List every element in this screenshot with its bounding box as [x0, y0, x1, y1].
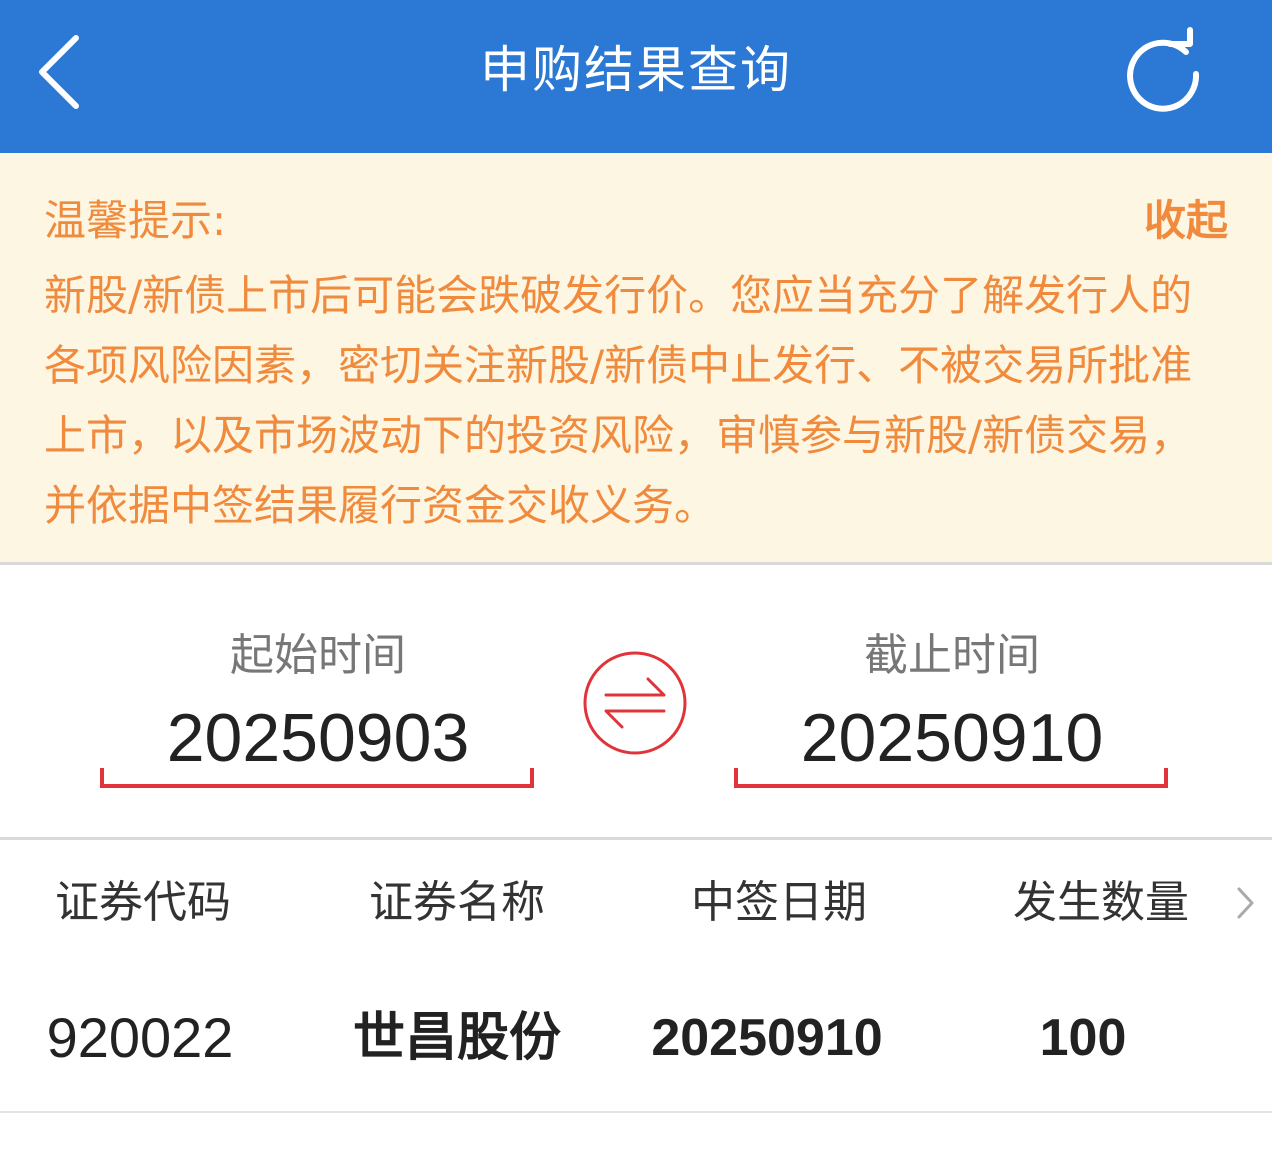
cell-quantity: 100 [1039, 1009, 1127, 1067]
cell-date: 20250910 [651, 1009, 883, 1067]
swap-dates-button[interactable] [582, 650, 688, 756]
start-date-underline [100, 768, 534, 788]
table-row[interactable]: 920022 世昌股份 20250910 100 [0, 963, 1272, 1113]
column-header-quantity: 发生数量 [1013, 877, 1189, 928]
app-header: 申购结果查询 [0, 0, 1272, 153]
swap-arrows-icon [583, 651, 687, 755]
refresh-button[interactable] [1118, 26, 1208, 116]
column-header-code: 证券代码 [55, 877, 231, 928]
date-range-selector: 起始时间 20250903 截止时间 20250910 [0, 568, 1272, 840]
end-date-underline [734, 768, 1168, 788]
refresh-icon [1127, 27, 1200, 112]
column-header-date: 中签日期 [691, 877, 867, 928]
notice-title: 温馨提示: [44, 196, 227, 245]
end-date-label: 截止时间 [864, 630, 1040, 681]
chevron-right-icon [1237, 887, 1254, 919]
notice-body: 新股/新债上市后可能会跌破发行价。您应当充分了解发行人的各项风险因素，密切关注新… [44, 271, 1193, 530]
collapse-button[interactable]: 收起 [1144, 193, 1228, 249]
cell-name: 世昌股份 [352, 1008, 561, 1068]
table-header: 证券代码 证券名称 中签日期 发生数量 [0, 843, 1272, 963]
cell-code: 920022 [46, 1006, 234, 1069]
column-header-name: 证券名称 [369, 877, 545, 928]
start-date-label: 起始时间 [230, 630, 406, 681]
scroll-right-button[interactable] [1232, 883, 1258, 923]
notice-panel: 温馨提示: 收起 新股/新债上市后可能会跌破发行价。您应当充分了解发行人的各项风… [0, 153, 1272, 565]
page-title: 申购结果查询 [480, 41, 792, 99]
